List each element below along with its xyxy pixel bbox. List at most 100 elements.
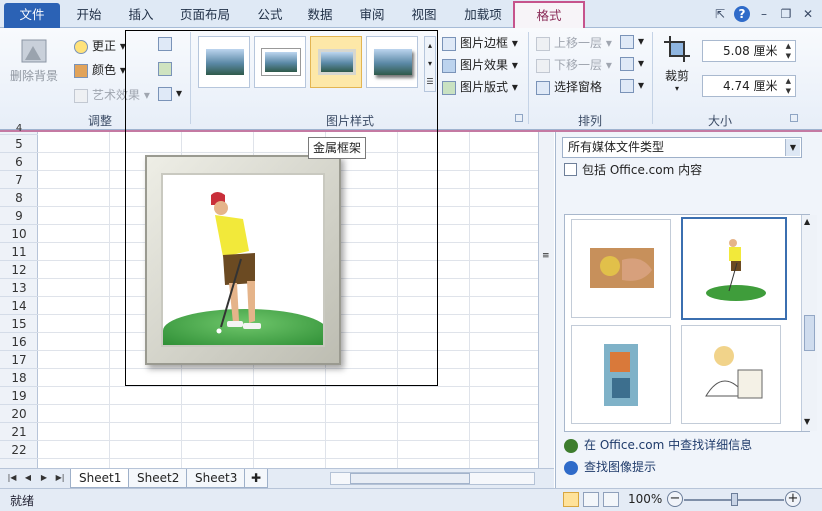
dialog-launcher-icon[interactable] [515,114,523,122]
row-label[interactable]: 14 [0,297,38,315]
help-icon[interactable]: ? [734,6,750,22]
row-label[interactable]: 12 [0,261,38,279]
selection-rectangle [125,30,438,386]
zoom-slider-thumb[interactable] [731,493,738,506]
scroll-down-icon[interactable]: ▼ [804,417,810,426]
height-input[interactable]: 5.08 厘米 ▲ ▼ [702,40,796,62]
row-header: 4 5 6 7 8 9 10 11 12 13 14 15 16 17 18 1… [0,124,38,468]
sheet-tab-2[interactable]: Sheet2 [128,469,189,488]
page-break-view-button[interactable] [603,492,619,507]
send-backward-label: 下移一层 [554,58,603,72]
collage-clip-image [604,344,638,406]
insert-sheet-button[interactable]: ✚ [244,469,269,488]
row-label[interactable]: 5 [0,135,38,153]
minimize-button[interactable]: – [756,6,772,22]
picture-layout-icon [442,80,456,95]
dialog-launcher-icon[interactable] [790,114,798,122]
clip-thumbnail[interactable] [571,219,671,318]
last-sheet-icon[interactable]: ▶| [54,472,66,484]
sheet-tab-3[interactable]: Sheet3 [186,469,247,488]
tab-addins[interactable]: 加载项 [454,4,512,28]
clip-thumbnail[interactable] [681,325,781,424]
scroll-up-icon[interactable]: ▲ [804,217,810,226]
row-label[interactable]: 19 [0,387,38,405]
tab-home[interactable]: 开始 [66,4,112,28]
zoom-in-button[interactable]: + [785,491,801,507]
row-label[interactable]: 9 [0,207,38,225]
prev-sheet-icon[interactable]: ◀ [22,472,34,484]
sheet-tab-1[interactable]: Sheet1 [70,469,131,488]
zoom-level[interactable]: 100% [628,492,662,506]
crop-button[interactable]: 裁剪 ▾ [660,34,694,93]
picture-effects-button[interactable]: 图片效果 ▾ [442,56,518,73]
tab-insert[interactable]: 插入 [118,4,164,28]
corrections-button[interactable]: 更正 ▾ [74,37,126,54]
clip-results-scrollbar[interactable]: ▲ ▼ [801,215,817,431]
ribbon-tab-bar: 文件 开始 插入 页面布局 公式 数据 审阅 视图 加载项 格式 ⇱ ? – ❐… [0,0,822,29]
group-button[interactable]: ▾ [620,56,644,71]
rotate-button[interactable]: ▾ [620,78,644,93]
clip-thumbnail-selected[interactable] [681,217,787,320]
clip-art-pane: 所有媒体文件类型 ▼ 包括 Office.com 内容 ▲ ▼ 在 Office.… [555,132,822,488]
selection-pane-button[interactable]: 选择窗格 [536,78,602,95]
tab-view[interactable]: 视图 [402,4,446,28]
row-label[interactable]: 22 [0,441,38,459]
row-label[interactable]: 7 [0,171,38,189]
row-label[interactable]: 8 [0,189,38,207]
row-label[interactable]: 13 [0,279,38,297]
hands-clip-image [590,248,654,288]
clip-thumbnail[interactable] [571,325,671,424]
tab-formulas[interactable]: 公式 [248,4,292,28]
tab-data[interactable]: 数据 [298,4,342,28]
splitter-icon[interactable]: ≡ [542,252,551,261]
height-spinner-icon[interactable]: ▲ ▼ [786,41,791,61]
scroll-thumb[interactable] [804,315,815,351]
bring-forward-button[interactable]: 上移一层 ▾ [536,34,612,51]
page-layout-view-button[interactable] [583,492,599,507]
globe-icon [564,438,578,453]
row-label[interactable]: 20 [0,405,38,423]
tab-page-layout[interactable]: 页面布局 [170,4,240,28]
row-label[interactable]: 11 [0,243,38,261]
ribbon-collapse-icon[interactable]: ⇱ [712,6,728,22]
first-sheet-icon[interactable]: |◀ [6,472,18,484]
tab-file[interactable]: 文件 [4,3,60,28]
restore-button[interactable]: ❐ [778,6,794,22]
include-office-checkbox[interactable] [564,163,577,176]
normal-view-button[interactable] [563,492,579,507]
color-button[interactable]: 颜色 ▾ [74,61,126,78]
media-type-select[interactable]: 所有媒体文件类型 ▼ [562,137,802,158]
image-tips-link[interactable]: 查找图像提示 [564,458,656,475]
row-label[interactable]: 18 [0,369,38,387]
align-button[interactable]: ▾ [620,34,644,49]
row-label[interactable]: 4 [0,124,38,135]
row-label[interactable]: 10 [0,225,38,243]
remove-background-button[interactable]: 删除背景 [10,34,58,84]
status-text: 就绪 [10,494,35,508]
row-label[interactable]: 16 [0,333,38,351]
picture-layout-button[interactable]: 图片版式 ▾ [442,78,518,95]
group-label-arrange: 排列 [577,114,602,128]
row-label[interactable]: 15 [0,315,38,333]
separator [652,32,653,124]
picture-border-button[interactable]: 图片边框 ▾ [442,34,518,51]
tab-format[interactable]: 格式 [513,1,585,29]
row-label[interactable]: 17 [0,351,38,369]
office-link[interactable]: 在 Office.com 中查找详细信息 [564,436,752,453]
tab-review[interactable]: 审阅 [350,4,394,28]
next-sheet-icon[interactable]: ▶ [38,472,50,484]
zoom-out-button[interactable]: − [667,491,683,507]
chevron-down-icon[interactable]: ▼ [785,139,800,156]
send-backward-button[interactable]: 下移一层 ▾ [536,56,612,73]
separator [528,32,529,124]
include-office-label: 包括 Office.com 内容 [582,163,703,177]
close-button[interactable]: ✕ [800,6,816,22]
width-spinner-icon[interactable]: ▲ ▼ [786,76,791,96]
row-label[interactable]: 6 [0,153,38,171]
crop-label: 裁剪 [664,69,689,83]
row-label[interactable]: 21 [0,423,38,441]
width-input[interactable]: 4.74 厘米 ▲ ▼ [702,75,796,97]
clip-results: ▲ ▼ [564,214,817,432]
horizontal-scroll-thumb[interactable] [350,473,470,484]
vertical-scrollbar[interactable]: ≡ [538,132,554,468]
